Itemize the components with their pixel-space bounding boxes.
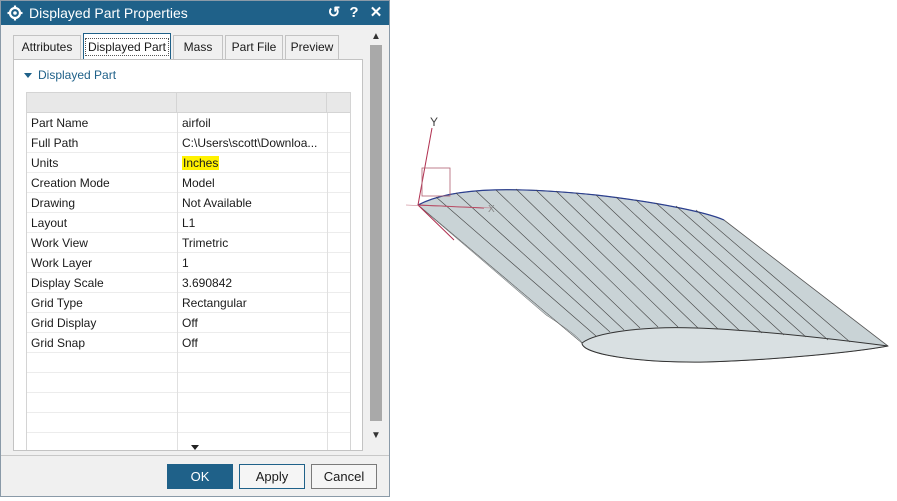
table-row[interactable]: Creation Mode Model [27, 173, 350, 193]
group-title: Displayed Part [38, 68, 117, 82]
property-name: Part Name [31, 116, 89, 130]
properties-table: Part Name airfoil Full Path C:\Users\scott… [26, 92, 351, 450]
table-row[interactable]: Work View Trimetric [27, 233, 350, 253]
table-row[interactable]: Display Scale 3.690842 [27, 273, 350, 293]
vertical-scrollbar[interactable]: ▲ ▼ [367, 29, 385, 447]
apply-button[interactable]: Apply [239, 464, 305, 489]
graphics-viewport[interactable]: Y X [396, 100, 896, 380]
table-row[interactable]: Drawing Not Available [27, 193, 350, 213]
table-row-empty [27, 393, 350, 413]
table-row-empty [27, 433, 350, 450]
table-row[interactable]: Layout L1 [27, 213, 350, 233]
property-value: Not Available [182, 196, 252, 210]
property-value-cell: Inches [182, 156, 332, 170]
properties-dialog: Displayed Part Properties ↺ ? ✕ Attribut… [0, 0, 390, 497]
table-row[interactable]: Grid Snap Off [27, 333, 350, 353]
x-axis-label: X [488, 204, 495, 215]
chevron-down-icon[interactable]: ▼ [369, 429, 383, 443]
column-header-name[interactable] [27, 93, 177, 112]
footer-divider [1, 455, 389, 456]
close-icon[interactable]: ✕ [367, 4, 385, 22]
property-value: airfoil [182, 116, 211, 130]
property-name: Display Scale [31, 276, 104, 290]
group-header-displayed-part[interactable]: Displayed Part [24, 68, 116, 82]
reset-icon[interactable]: ↺ [325, 4, 343, 22]
property-name: Work Layer [31, 256, 93, 270]
dialog-title: Displayed Part Properties [29, 5, 188, 21]
property-value: Off [182, 336, 198, 350]
property-name: Drawing [31, 196, 76, 210]
table-row-empty [27, 413, 350, 433]
property-value: Off [182, 316, 198, 330]
collapse-triangle-icon[interactable] [24, 73, 32, 79]
tab-part-file[interactable]: Part File [225, 35, 283, 59]
property-value: L1 [182, 216, 196, 230]
table-row-empty [27, 373, 350, 393]
property-name: Grid Display [31, 316, 97, 330]
tab-displayed-part[interactable]: Displayed Part [83, 33, 171, 59]
property-value: Rectangular [182, 296, 247, 310]
property-name: Creation Mode [31, 176, 110, 190]
dialog-titlebar: Displayed Part Properties ↺ ? ✕ [1, 1, 389, 25]
cancel-button[interactable]: Cancel [311, 464, 377, 489]
property-name: Full Path [31, 136, 79, 150]
tab-attributes[interactable]: Attributes [13, 35, 81, 59]
property-value: Model [182, 176, 215, 190]
property-name: Work View [31, 236, 88, 250]
y-axis-label: Y [430, 115, 438, 129]
column-header-value[interactable] [177, 93, 327, 112]
tab-panel: Displayed Part Part Name airfoil Full Pat… [13, 59, 363, 451]
tab-mass[interactable]: Mass [173, 35, 223, 59]
chevron-up-icon[interactable]: ▲ [369, 30, 383, 44]
tab-label: Displayed Part [84, 38, 170, 56]
property-name: Layout [31, 216, 68, 230]
ok-button[interactable]: OK [167, 464, 233, 489]
table-row[interactable]: Full Path C:\Users\scott\Downloa... [27, 133, 350, 153]
tab-label: Attributes [21, 40, 73, 54]
tab-label: Part File [231, 40, 277, 54]
table-row-empty [27, 353, 350, 373]
gear-icon [7, 5, 23, 21]
table-header [27, 93, 350, 113]
property-name: Grid Snap [31, 336, 86, 350]
scrollbar-thumb[interactable] [370, 45, 382, 421]
tab-preview[interactable]: Preview [285, 35, 339, 59]
table-row[interactable]: Units Inches [27, 153, 350, 173]
table-row[interactable]: Grid Display Off [27, 313, 350, 333]
property-value-highlighted: Inches [182, 156, 220, 170]
property-name: Units [31, 156, 59, 170]
table-row[interactable]: Grid Type Rectangular [27, 293, 350, 313]
property-name: Grid Type [31, 296, 83, 310]
property-value: C:\Users\scott\Downloa... [182, 136, 318, 150]
help-icon[interactable]: ? [345, 4, 363, 22]
table-row[interactable]: Part Name airfoil [27, 113, 350, 133]
tab-label: Mass [183, 40, 213, 54]
tab-label: Preview [290, 40, 334, 54]
property-value: Trimetric [182, 236, 229, 250]
expand-more-icon[interactable] [191, 445, 199, 450]
property-value: 3.690842 [182, 276, 233, 290]
property-value: 1 [182, 256, 189, 270]
table-row[interactable]: Work Layer 1 [27, 253, 350, 273]
